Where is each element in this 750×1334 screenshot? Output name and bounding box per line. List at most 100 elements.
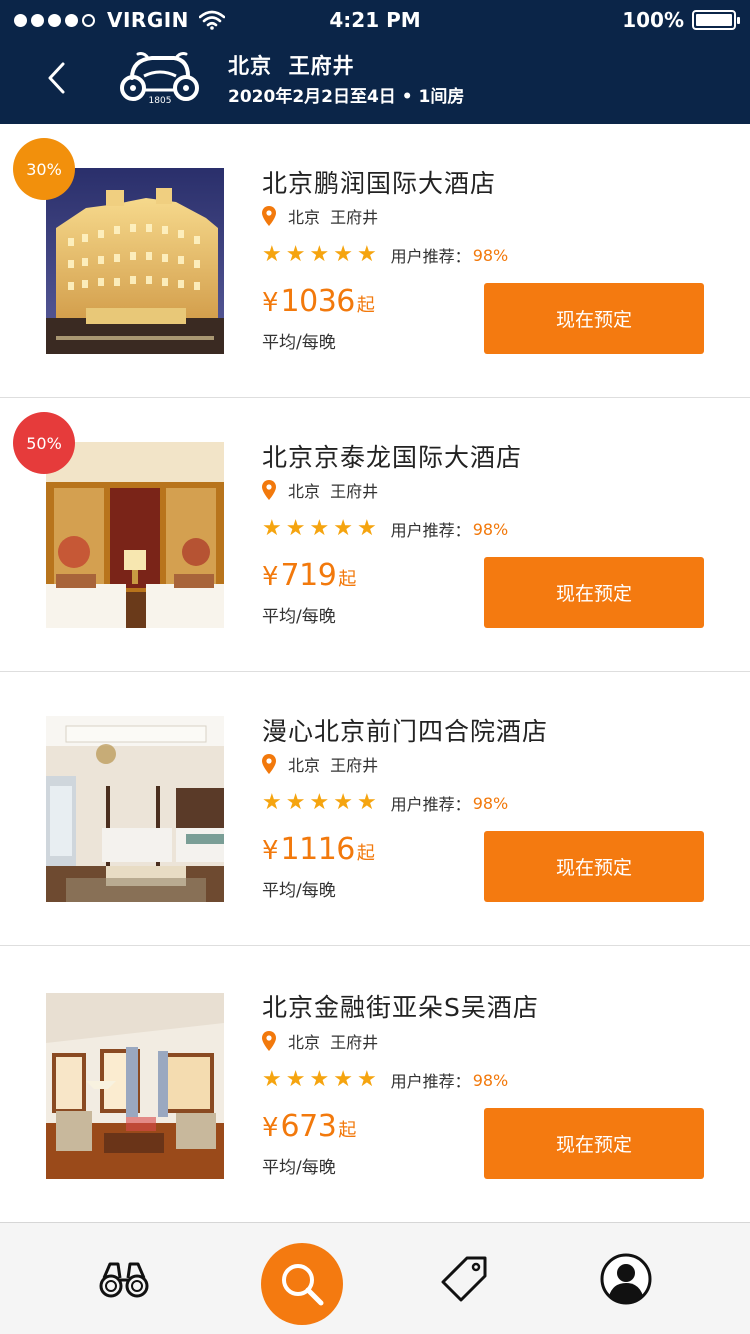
tab-profile[interactable] — [586, 1223, 666, 1334]
per-night-label: 平均/每晚 — [262, 1158, 336, 1178]
hotel-price: ¥ 1036 起 — [262, 284, 375, 319]
battery-percent: 100% — [622, 8, 684, 32]
per-night-label: 平均/每晚 — [262, 333, 336, 353]
book-now-button[interactable]: 现在预定 — [484, 283, 704, 354]
hotel-bedroom-photo — [46, 442, 224, 628]
binoculars-icon — [99, 1262, 149, 1298]
top-header: VIRGIN 4:21 PM 100% 1805 北京 王府井 2020年2月2… — [0, 0, 750, 124]
hotel-location: 北京 王府井 — [262, 1029, 378, 1053]
hotel-price: ¥ 1116 起 — [262, 832, 375, 867]
tab-deals[interactable] — [424, 1223, 504, 1334]
price-suffix: 起 — [338, 569, 357, 590]
hotel-photo[interactable] — [46, 993, 224, 1179]
price-suffix: 起 — [356, 843, 375, 864]
chevron-left-icon — [48, 62, 65, 94]
hotel-photo[interactable] — [46, 168, 224, 354]
location-pin-icon — [262, 206, 276, 226]
location-text: 北京 王府井 — [288, 208, 379, 227]
star-icon: ★ — [262, 1067, 282, 1092]
recommend-value: 98% — [472, 793, 509, 813]
rating-row: ★ ★ ★ ★ ★ 用户推荐： 98% — [262, 791, 508, 815]
search-icon — [282, 1264, 324, 1306]
star-icon: ★ — [285, 790, 306, 815]
logo-year: 1805 — [149, 96, 172, 106]
tab-explore[interactable] — [84, 1223, 164, 1334]
star-icon: ★ — [333, 516, 353, 541]
back-button[interactable] — [36, 58, 76, 98]
location-text: 北京 王府井 — [288, 1033, 379, 1052]
star-icon: ★ — [262, 242, 282, 267]
recommend-value: 98% — [472, 1070, 509, 1090]
hotel-name[interactable]: 漫心北京前门四合院酒店 — [262, 712, 548, 748]
currency-symbol: ¥ — [262, 1113, 279, 1143]
location-pin-icon — [262, 754, 276, 774]
currency-symbol: ¥ — [262, 562, 279, 592]
price-value: 1116 — [280, 832, 356, 867]
recommend-label: 用户推荐： — [390, 247, 471, 266]
status-bar: VIRGIN 4:21 PM 100% — [0, 0, 750, 40]
tag-icon — [441, 1256, 487, 1302]
discount-badge: 30% — [13, 138, 75, 200]
per-night-label: 平均/每晚 — [262, 881, 336, 901]
hotel-name[interactable]: 北京鹏润国际大酒店 — [262, 164, 496, 200]
star-icon: ★ — [262, 516, 282, 541]
hotel-name[interactable]: 北京京泰龙国际大酒店 — [262, 438, 522, 474]
hotel-living-room-photo — [46, 993, 224, 1179]
book-now-button[interactable]: 现在预定 — [484, 831, 704, 902]
star-icon: ★ — [285, 1067, 306, 1092]
recommend-value: 98% — [472, 519, 509, 539]
battery-status: 100% — [622, 8, 740, 32]
hotel-price: ¥ 719 起 — [262, 558, 356, 593]
hotel-list: 30% 北京鹏润国际大酒店 北京 王府井 ★ ★ ★ ★ ★ 用户推荐： 98% ¥ 1… — [0, 124, 750, 1220]
currency-symbol: ¥ — [262, 836, 279, 866]
bottom-tab-bar — [0, 1222, 750, 1334]
star-icon: ★ — [356, 1067, 377, 1092]
tab-search[interactable] — [261, 1243, 343, 1325]
rating-row: ★ ★ ★ ★ ★ 用户推荐： 98% — [262, 517, 508, 541]
hotel-card[interactable]: 50% 北京京泰龙国际大酒店 北京 王府井 ★ ★ ★ ★ ★ 用户推荐： 98% ¥ … — [0, 398, 750, 672]
book-now-button[interactable]: 现在预定 — [484, 557, 704, 628]
star-icon: ★ — [285, 242, 306, 267]
per-night-label: 平均/每晚 — [262, 607, 336, 627]
star-icon: ★ — [333, 242, 353, 267]
hotel-photo[interactable] — [46, 716, 224, 902]
hotel-card[interactable]: 北京金融街亚朵S吴酒店 北京 王府井 ★ ★ ★ ★ ★ 用户推荐： 98% ¥ 673… — [0, 946, 750, 1220]
hotel-price: ¥ 673 起 — [262, 1109, 356, 1144]
battery-icon — [692, 10, 740, 30]
hotel-card[interactable]: 30% 北京鹏润国际大酒店 北京 王府井 ★ ★ ★ ★ ★ 用户推荐： 98% ¥ 1… — [0, 124, 750, 398]
price-value: 719 — [280, 558, 337, 593]
star-icon: ★ — [309, 790, 330, 815]
location-pin-icon — [262, 1031, 276, 1051]
price-suffix: 起 — [356, 295, 375, 316]
profile-icon — [600, 1253, 652, 1305]
rating-row: ★ ★ ★ ★ ★ 用户推荐： 98% — [262, 243, 508, 267]
hotel-location: 北京 王府井 — [262, 478, 378, 502]
price-suffix: 起 — [338, 1120, 357, 1141]
hotel-exterior-photo — [46, 168, 224, 354]
star-icon: ★ — [309, 516, 330, 541]
location-text: 北京 王府井 — [288, 482, 379, 501]
recommend-label: 用户推荐： — [390, 1072, 471, 1091]
price-value: 673 — [280, 1109, 337, 1144]
page-title: 北京 王府井 — [228, 54, 355, 78]
hotel-name[interactable]: 北京金融街亚朵S吴酒店 — [262, 988, 539, 1024]
star-icon: ★ — [356, 790, 377, 815]
hotel-location: 北京 王府井 — [262, 752, 378, 776]
star-icon: ★ — [309, 1067, 330, 1092]
hotel-photo[interactable] — [46, 442, 224, 628]
hotel-card[interactable]: 漫心北京前门四合院酒店 北京 王府井 ★ ★ ★ ★ ★ 用户推荐： 98% ¥ 111… — [0, 672, 750, 946]
book-now-button[interactable]: 现在预定 — [484, 1108, 704, 1179]
currency-symbol: ¥ — [262, 288, 279, 318]
star-icon: ★ — [356, 516, 377, 541]
star-icon: ★ — [333, 1067, 353, 1092]
hotel-location: 北京 王府井 — [262, 204, 378, 228]
star-icon: ★ — [356, 242, 377, 267]
carriage-logo-icon: 1805 — [120, 52, 199, 106]
recommend-value: 98% — [472, 245, 509, 265]
location-pin-icon — [262, 480, 276, 500]
price-value: 1036 — [280, 284, 356, 319]
rating-row: ★ ★ ★ ★ ★ 用户推荐： 98% — [262, 1068, 508, 1092]
star-icon: ★ — [285, 516, 306, 541]
recommend-label: 用户推荐： — [390, 795, 471, 814]
recommend-label: 用户推荐： — [390, 521, 471, 540]
